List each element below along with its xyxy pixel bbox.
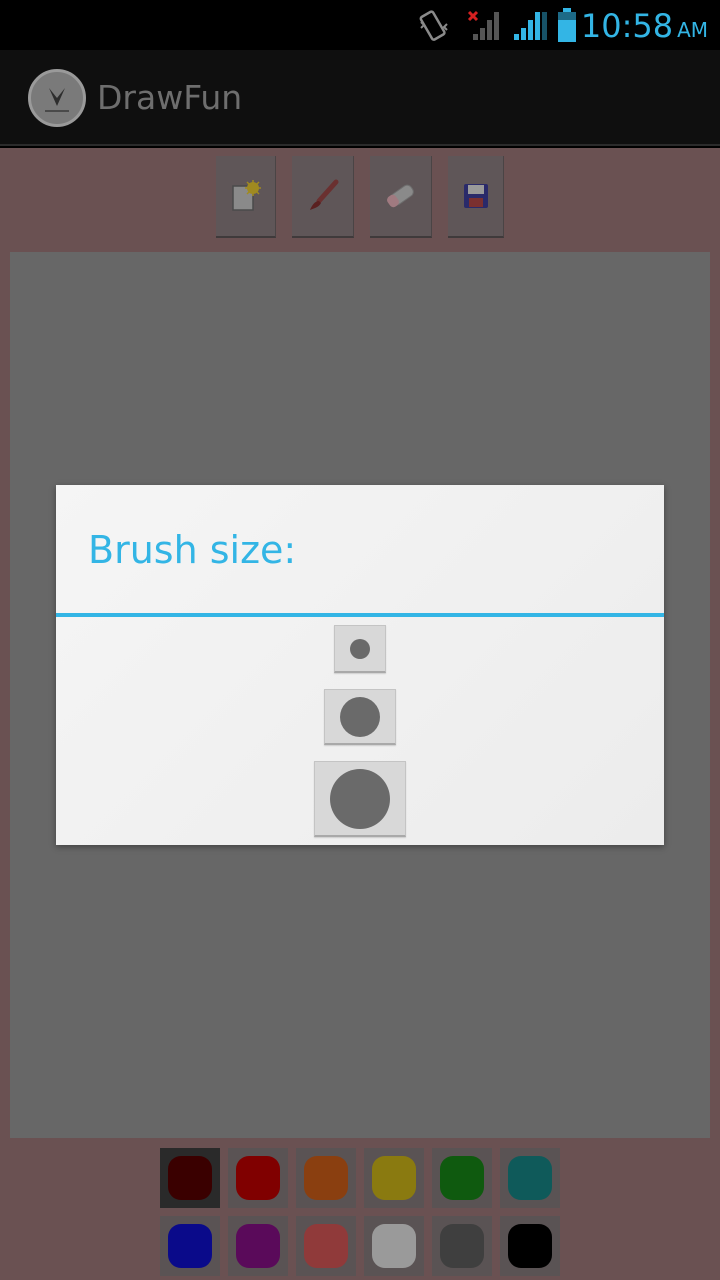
save-button[interactable] [448,156,504,238]
app-title: DrawFun [97,78,243,117]
color-swatch [236,1156,280,1200]
color-swatch-button[interactable] [364,1216,424,1276]
dialog-divider [56,613,664,617]
color-swatch-button[interactable] [432,1216,492,1276]
new-page-icon [231,180,261,211]
small-brush-dot [350,638,370,659]
battery-icon [558,8,576,42]
color-swatch-button[interactable] [228,1216,288,1276]
color-swatch [236,1224,280,1268]
brush-button[interactable] [292,156,354,238]
color-swatch [304,1224,348,1268]
clock: 10:58 AM [581,6,708,50]
clock-time: 10:58 [580,7,674,45]
color-swatch [508,1224,552,1268]
action-bar: DrawFun [0,50,720,146]
signal-icon [514,12,547,40]
color-swatch-button[interactable] [160,1216,220,1276]
color-swatch-button[interactable] [500,1216,560,1276]
color-swatch-button[interactable] [432,1148,492,1208]
color-swatch [372,1156,416,1200]
eraser-icon [386,184,414,208]
color-swatch-button[interactable] [160,1148,220,1208]
color-swatch [168,1224,212,1268]
color-swatch [372,1224,416,1268]
color-swatch [304,1156,348,1200]
color-swatch-button[interactable] [228,1148,288,1208]
color-swatch-button[interactable] [364,1148,424,1208]
color-swatch [168,1156,212,1200]
color-swatch-button[interactable] [500,1148,560,1208]
vibrate-icon [419,10,448,41]
large-brush-dot [330,768,390,829]
floppy-disk-icon [463,184,488,208]
eraser-button[interactable] [370,156,432,238]
color-swatch [440,1156,484,1200]
medium-brush-dot [340,696,380,737]
medium-brush-button[interactable] [324,689,396,745]
new-drawing-button[interactable] [216,156,276,238]
color-swatch-button[interactable] [296,1216,356,1276]
color-swatch [508,1156,552,1200]
status-bar: 10:58 AM [0,0,720,50]
brush-size-dialog: Brush size: [56,485,664,845]
app-logo-icon[interactable] [28,69,86,127]
brush-icon [309,179,338,210]
color-swatch [440,1224,484,1268]
large-brush-button[interactable] [314,761,406,837]
color-swatch-button[interactable] [296,1148,356,1208]
small-brush-button[interactable] [334,625,386,673]
dialog-title: Brush size: [88,528,297,572]
clock-ampm: AM [677,18,708,42]
no-signal-icon [467,10,499,40]
